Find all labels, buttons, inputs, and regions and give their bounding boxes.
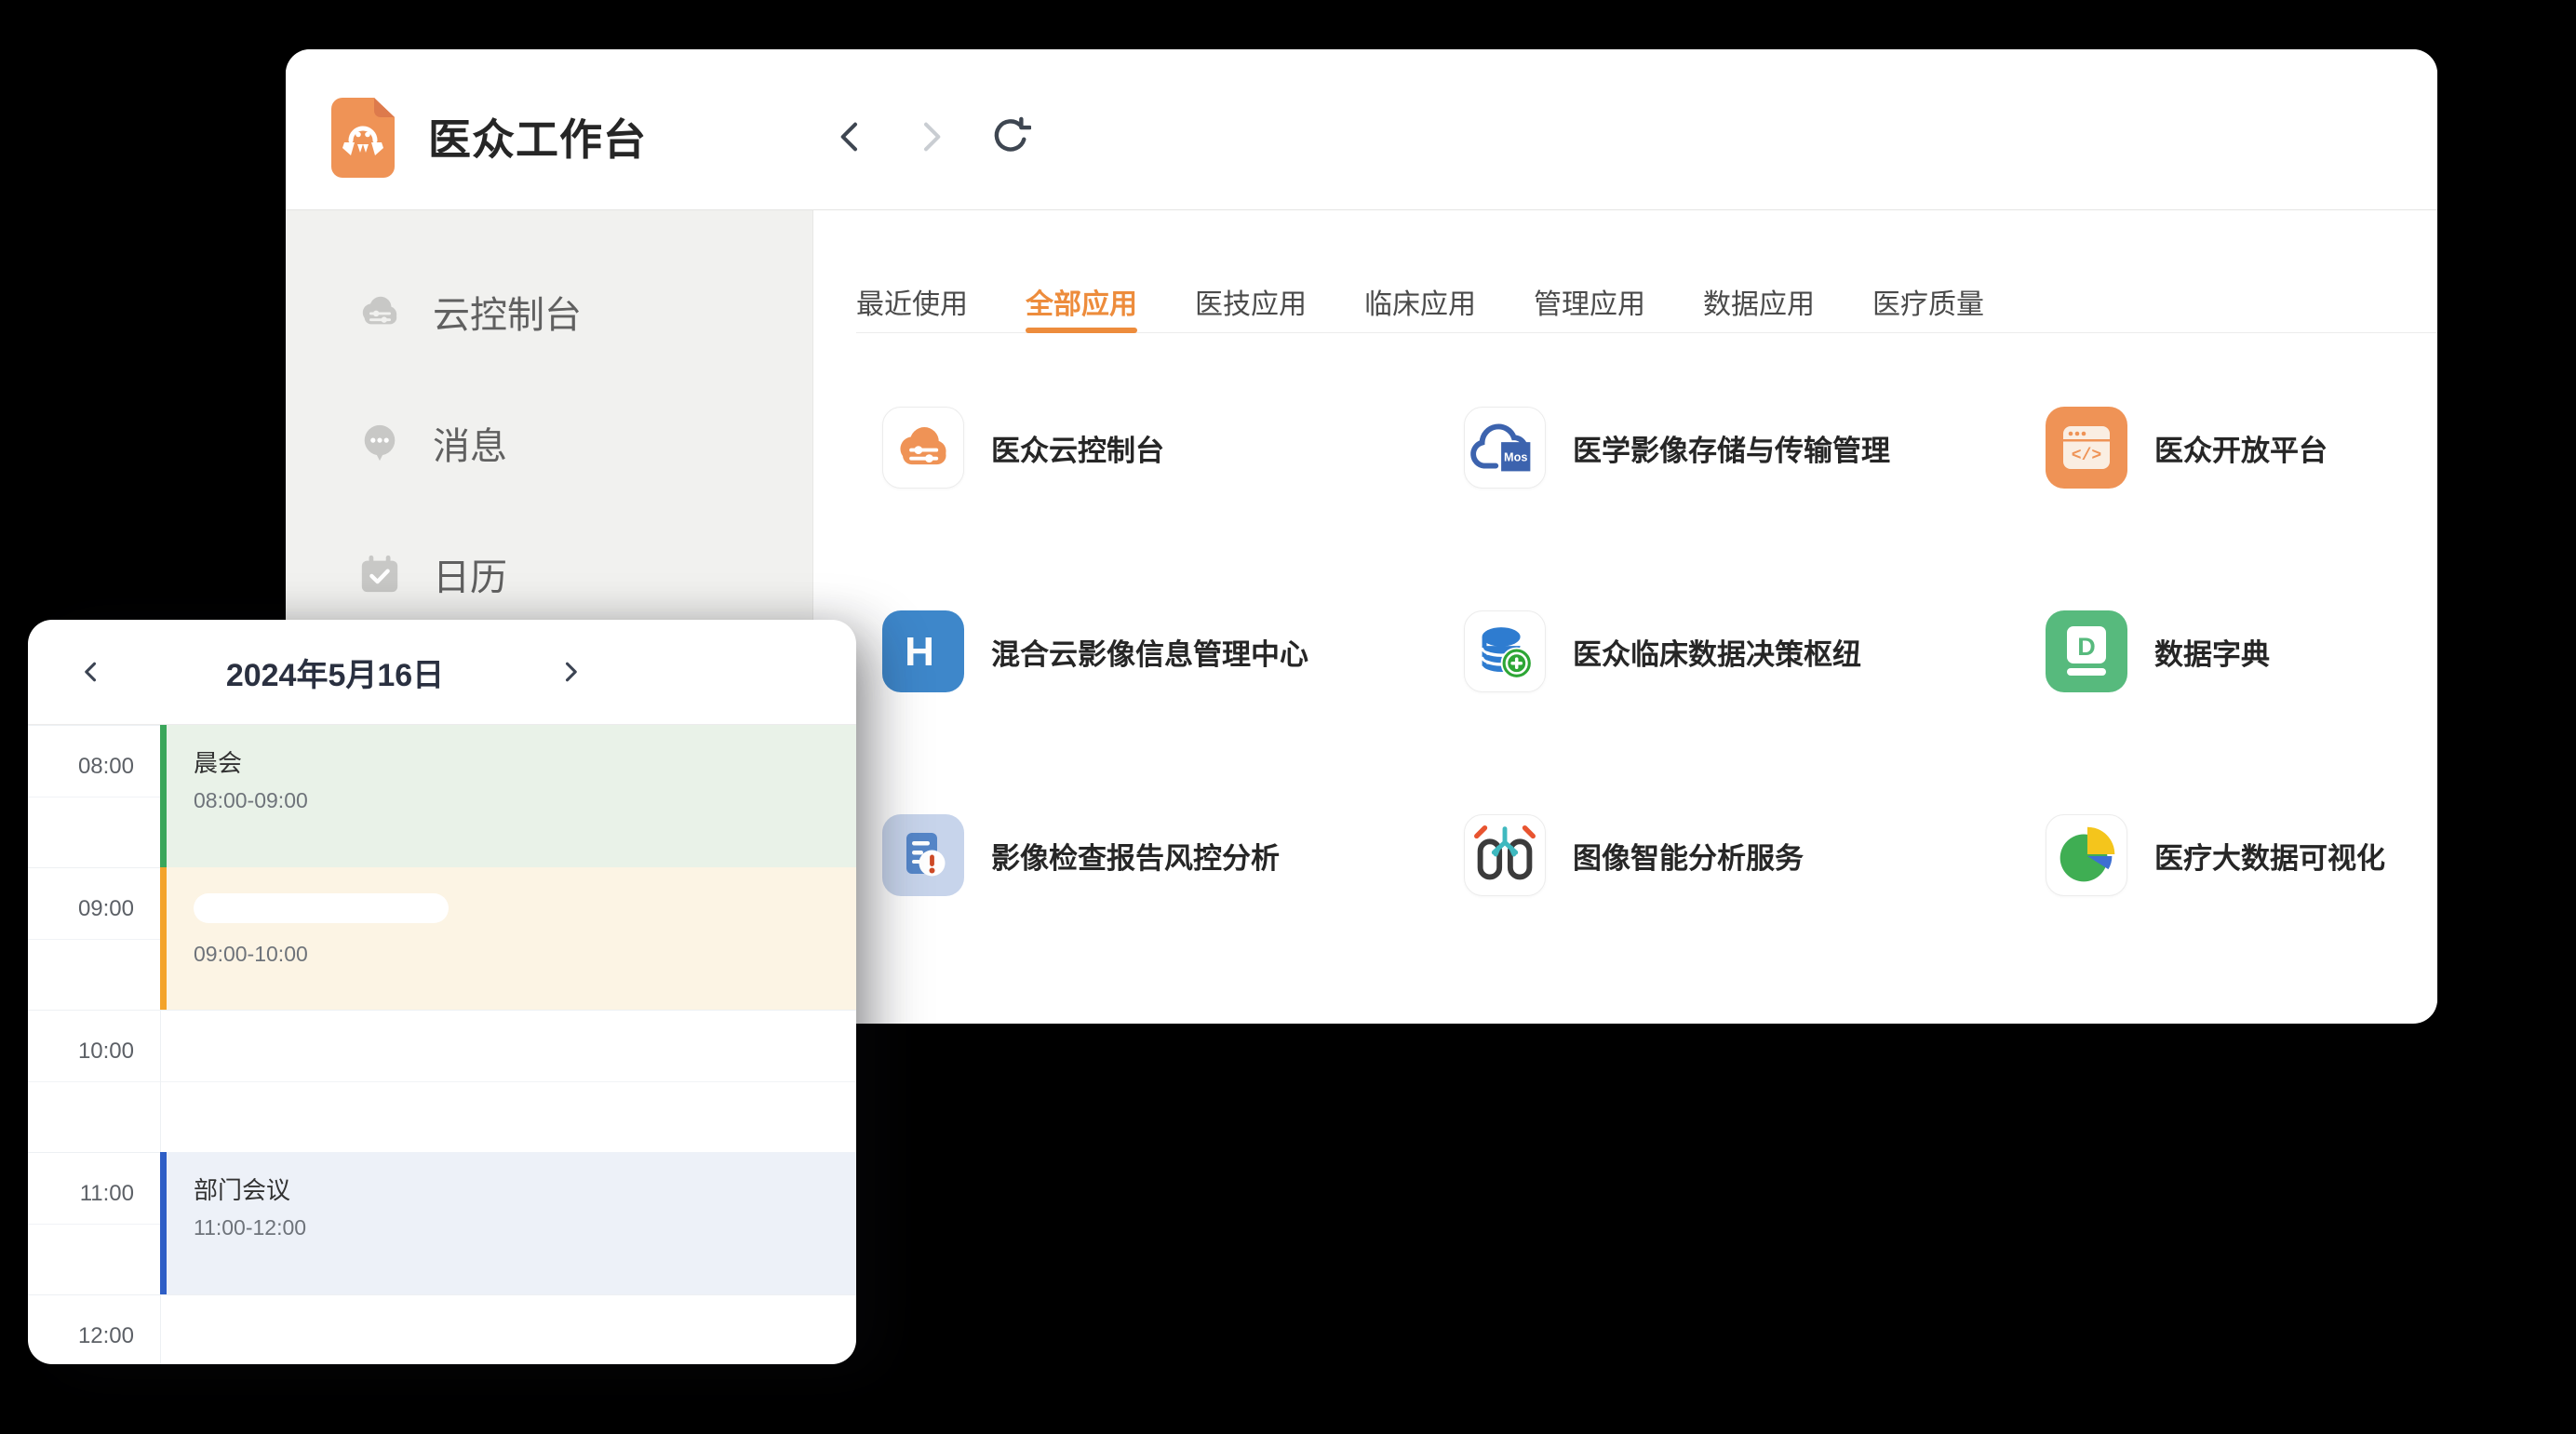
desktop-background: 医众工作台 <box>0 0 2576 1434</box>
app-label: 数据字典 <box>2154 631 2270 673</box>
nav-forward-button[interactable] <box>910 116 951 157</box>
event-title: 晨会 <box>194 749 856 777</box>
app-image-ai-analysis[interactable]: 图像智能分析服务 <box>1464 814 2046 896</box>
mos-cloud-icon: Mos <box>1464 407 1546 489</box>
app-label: 医学影像存储与传输管理 <box>1573 427 1890 469</box>
message-bubble-icon <box>358 422 401 464</box>
chevron-right-icon <box>557 659 584 685</box>
tab-recent[interactable]: 最近使用 <box>856 210 968 333</box>
svg-text:D: D <box>2077 633 2096 661</box>
dictionary-book-icon: D <box>2046 610 2127 692</box>
sidebar-item-cloud-console[interactable]: 云控制台 <box>358 279 812 344</box>
sidebar-item-label: 日历 <box>433 547 507 601</box>
nav-button-group <box>830 49 1031 209</box>
time-label: 12:00 <box>28 1323 134 1349</box>
tab-clinical-apps[interactable]: 临床应用 <box>1364 210 1476 333</box>
sidebar-item-messages[interactable]: 消息 <box>358 410 812 476</box>
calendar-check-icon <box>358 553 401 596</box>
tab-data-apps[interactable]: 数据应用 <box>1703 210 1815 333</box>
app-label: 图像智能分析服务 <box>1573 835 1804 877</box>
redacted-title-pill <box>194 893 449 923</box>
calendar-event-morning-meeting[interactable]: 晨会 08:00-09:00 <box>160 725 856 867</box>
event-time: 08:00-09:00 <box>194 788 856 813</box>
sidebar-item-label: 消息 <box>433 416 507 470</box>
hour-row-12: 12:00 <box>28 1294 856 1364</box>
event-time: 11:00-12:00 <box>194 1215 856 1240</box>
chevron-left-icon <box>832 118 869 155</box>
tab-management-apps[interactable]: 管理应用 <box>1534 210 1645 333</box>
chevron-left-icon <box>78 659 104 685</box>
sidebar-item-label: 云控制台 <box>433 285 582 339</box>
report-alert-icon <box>882 814 964 896</box>
time-label: 09:00 <box>28 896 134 922</box>
app-title: 医众工作台 <box>428 106 647 168</box>
main-content: 最近使用 全部应用 医技应用 临床应用 管理应用 数据应用 医疗质量 <box>813 210 2437 1023</box>
app-label: 医众开放平台 <box>2154 427 2328 469</box>
h-square-icon: H <box>882 610 964 692</box>
app-grid: 医众云控制台 Mos 医学影像存储与传输管理 <box>882 407 2437 1018</box>
calendar-prev-day-button[interactable] <box>65 620 117 724</box>
app-big-data-visualization[interactable]: 医疗大数据可视化 <box>2046 814 2437 896</box>
event-title: 部门会议 <box>194 1176 856 1204</box>
calendar-event-department-meeting[interactable]: 部门会议 11:00-12:00 <box>160 1152 856 1294</box>
calendar-panel: 2024年5月16日 08:00 09:00 10:00 11:00 1 <box>28 620 856 1364</box>
app-label: 医众临床数据决策枢纽 <box>1573 631 1861 673</box>
app-data-dictionary[interactable]: D 数据字典 <box>2046 610 2437 692</box>
calendar-header: 2024年5月16日 <box>28 620 856 725</box>
database-plus-icon <box>1464 610 1546 692</box>
tab-medtech-apps[interactable]: 医技应用 <box>1195 210 1307 333</box>
nav-back-button[interactable] <box>830 116 871 157</box>
nav-refresh-button[interactable] <box>990 116 1031 157</box>
app-medical-image-pacs[interactable]: Mos 医学影像存储与传输管理 <box>1464 407 2046 489</box>
app-hybrid-cloud-imaging[interactable]: H 混合云影像信息管理中心 <box>882 610 1464 692</box>
tab-all-apps[interactable]: 全部应用 <box>1026 210 1137 333</box>
app-label: 混合云影像信息管理中心 <box>991 631 1308 673</box>
cloud-console-icon <box>358 290 401 333</box>
calendar-date-title: 2024年5月16日 <box>116 620 554 724</box>
cloud-sliders-icon <box>882 407 964 489</box>
app-label: 影像检查报告风控分析 <box>991 835 1280 877</box>
app-report-risk-analysis[interactable]: 影像检查报告风控分析 <box>882 814 1464 896</box>
app-label: 医众云控制台 <box>991 427 1164 469</box>
time-label: 08:00 <box>28 754 134 780</box>
time-label: 11:00 <box>28 1181 134 1207</box>
app-logo-icon <box>331 98 395 176</box>
tab-bar: 最近使用 全部应用 医技应用 临床应用 管理应用 数据应用 医疗质量 <box>856 210 2437 333</box>
sidebar-item-calendar[interactable]: 日历 <box>358 542 812 607</box>
app-cloud-console[interactable]: 医众云控制台 <box>882 407 1464 489</box>
calendar-day-view: 08:00 09:00 10:00 11:00 12:00 晨会 08:00-0… <box>28 725 856 1364</box>
refresh-icon <box>990 116 1031 157</box>
app-open-platform[interactable]: </> 医众开放平台 <box>2046 407 2437 489</box>
pie-chart-icon <box>2046 814 2127 896</box>
calendar-next-day-button[interactable] <box>544 620 597 724</box>
app-clinical-data-hub[interactable]: 医众临床数据决策枢纽 <box>1464 610 2046 692</box>
svg-text:H: H <box>905 629 934 675</box>
event-time: 09:00-10:00 <box>194 942 856 967</box>
time-label: 10:00 <box>28 1039 134 1065</box>
app-label: 医疗大数据可视化 <box>2154 835 2385 877</box>
window-header: 医众工作台 <box>286 49 2437 210</box>
svg-text:</>: </> <box>2072 447 2101 465</box>
code-window-icon: </> <box>2046 407 2127 489</box>
svg-text:Mos: Mos <box>1504 451 1527 464</box>
hour-row-10: 10:00 <box>28 1010 856 1152</box>
lungs-icon <box>1464 814 1546 896</box>
chevron-right-icon <box>912 118 949 155</box>
tab-medical-quality[interactable]: 医疗质量 <box>1872 210 1984 333</box>
calendar-event-redacted[interactable]: 09:00-10:00 <box>160 867 856 1010</box>
